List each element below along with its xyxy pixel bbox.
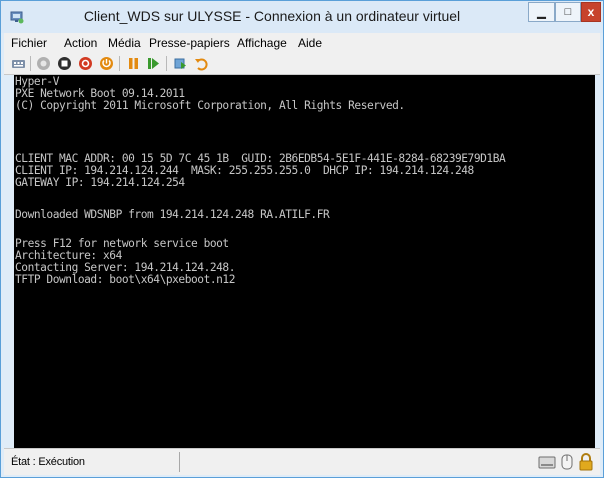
menu-action[interactable]: Action (64, 36, 97, 50)
keyboard-icon (558, 453, 576, 471)
toolbar (4, 53, 600, 75)
console-line: Downloaded WDSNBP from 194.214.124.248 R… (15, 208, 330, 221)
reset-icon[interactable] (146, 56, 161, 71)
disk-icon (538, 453, 556, 471)
minimize-icon: ▁ (537, 6, 546, 19)
turn-off-icon[interactable] (57, 56, 72, 71)
snapshot-icon[interactable] (173, 56, 188, 71)
menu-media[interactable]: Média (108, 36, 141, 50)
maximize-icon: □ (564, 6, 572, 18)
save-icon[interactable] (99, 56, 114, 71)
minimize-button[interactable]: ▁ (528, 2, 555, 22)
toolbar-separator (166, 56, 167, 71)
start-icon[interactable] (36, 56, 51, 71)
menu-affichage[interactable]: Affichage (237, 36, 287, 50)
maximize-button[interactable]: □ (555, 2, 581, 22)
status-divider (179, 452, 180, 472)
menu-fichier[interactable]: Fichier (11, 36, 47, 50)
shutdown-icon[interactable] (78, 56, 93, 71)
toolbar-separator (119, 56, 120, 71)
title-bar[interactable]: Client_WDS sur ULYSSE - Connexion à un o… (1, 1, 603, 33)
lock-icon (577, 453, 595, 471)
status-bar: État : Exécution (4, 448, 600, 475)
console-line: (C) Copyright 2011 Microsoft Corporation… (15, 99, 405, 112)
vm-status-text: État : Exécution (11, 456, 85, 468)
close-button[interactable]: x (581, 2, 601, 22)
revert-icon[interactable] (194, 56, 209, 71)
menu-aide[interactable]: Aide (298, 36, 322, 50)
close-icon: x (587, 5, 595, 19)
vm-connection-window: Client_WDS sur ULYSSE - Connexion à un o… (0, 0, 604, 478)
toolbar-separator (30, 56, 31, 71)
vm-console-screen[interactable]: Hyper-V PXE Network Boot 09.14.2011 (C) … (14, 75, 595, 448)
menu-bar: Fichier Action Média Presse-papiers Affi… (4, 33, 600, 53)
ctrl-alt-del-icon[interactable] (11, 56, 26, 71)
pause-icon[interactable] (126, 56, 141, 71)
window-title: Client_WDS sur ULYSSE - Connexion à un o… (83, 8, 461, 24)
menu-presse-papiers[interactable]: Presse-papiers (149, 36, 230, 50)
console-line: GATEWAY IP: 194.214.124.254 (15, 176, 185, 189)
console-line: TFTP Download: boot\x64\pxeboot.n12 (15, 273, 235, 286)
